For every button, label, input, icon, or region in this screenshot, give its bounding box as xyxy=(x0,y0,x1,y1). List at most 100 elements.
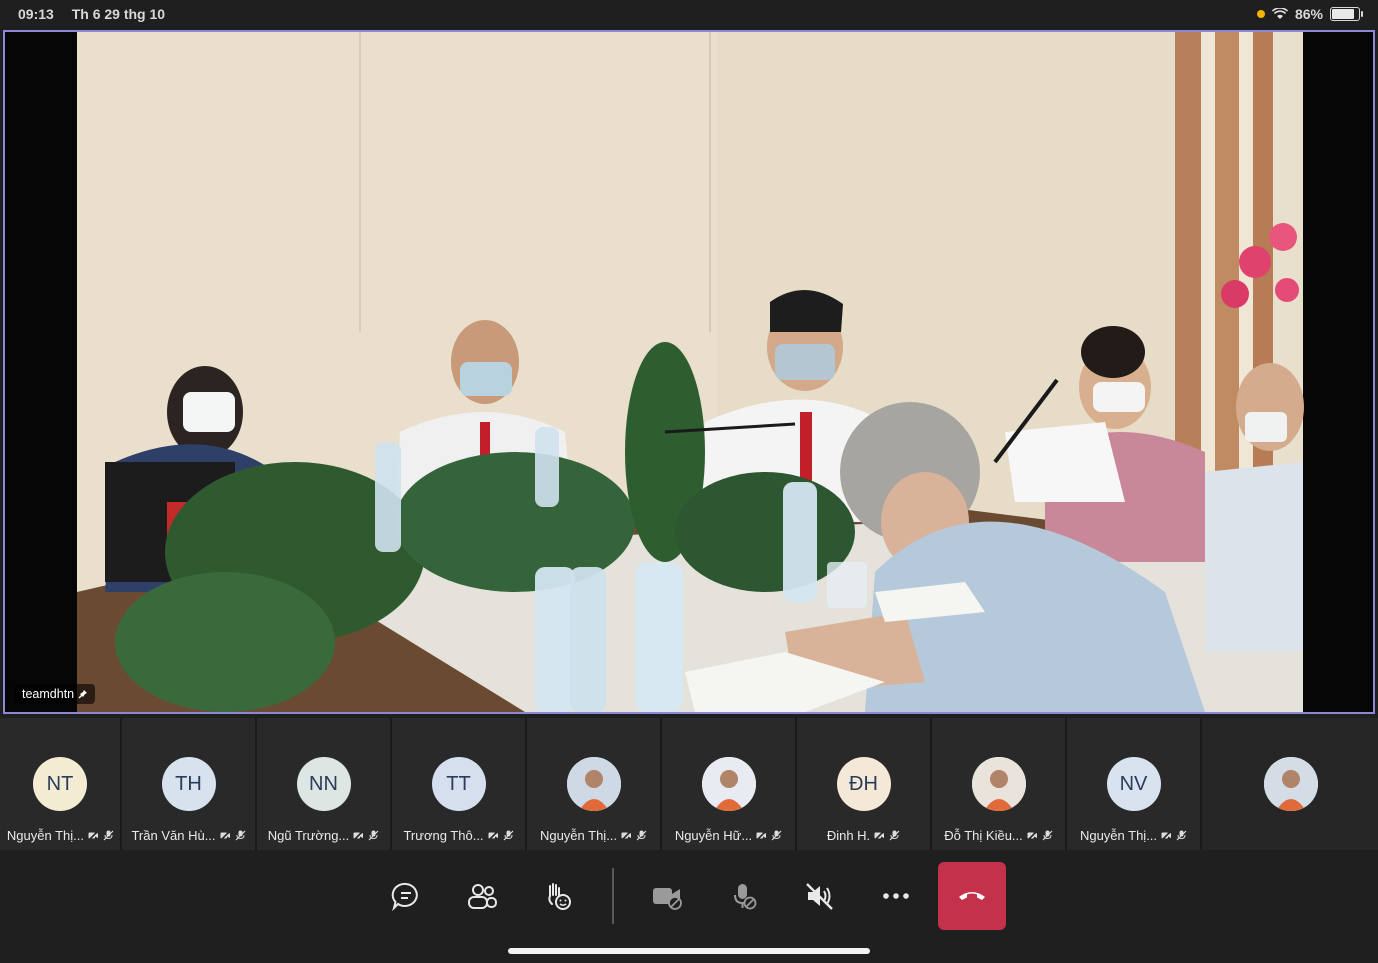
mic-off-icon xyxy=(734,884,757,910)
participants-button[interactable] xyxy=(448,862,516,930)
mic-off-icon xyxy=(368,830,379,841)
pinned-user-name: teamdhtn xyxy=(22,687,75,701)
hang-up-icon xyxy=(959,892,985,900)
participant-tile[interactable]: NV Nguyễn Thị... xyxy=(1067,718,1200,850)
participant-name-row: Trương Thô... xyxy=(400,828,517,843)
participant-name: Đinh H. xyxy=(826,828,871,843)
participant-name-row: Nguyễn Thị... xyxy=(1075,828,1192,843)
pin-icon xyxy=(78,690,88,699)
more-button[interactable] xyxy=(862,862,930,930)
camera-off-icon xyxy=(756,830,767,841)
participant-tile[interactable]: ĐH Đinh H. xyxy=(797,718,930,850)
participant-name-row: Nguyễn Hữ... xyxy=(670,828,787,843)
mic-off-icon xyxy=(1042,830,1053,841)
avatar-photo xyxy=(566,757,621,811)
avatar xyxy=(971,757,1026,811)
battery-icon xyxy=(1330,7,1363,21)
battery-fill xyxy=(1332,9,1355,19)
participant-tile[interactable]: TH Trần Văn Hù... xyxy=(122,718,255,850)
participants-icon xyxy=(468,884,497,909)
avatar-initials: TH xyxy=(175,772,202,795)
participant-tile[interactable]: NN Ngũ Trường... xyxy=(257,718,390,850)
camera-toggle-button[interactable] xyxy=(634,862,702,930)
avatar: NV xyxy=(1106,757,1161,811)
participant-name: Trần Văn Hù... xyxy=(131,828,216,843)
avatar: TH xyxy=(161,757,216,811)
battery-percent: 86% xyxy=(1294,6,1323,22)
avatar-initials: ĐH xyxy=(849,772,878,795)
avatar: NN xyxy=(296,757,351,811)
avatar-initials: NT xyxy=(46,772,74,795)
participant-tile[interactable]: Nguyễn Thị... xyxy=(527,718,660,850)
mic-off-icon xyxy=(503,830,513,841)
pinned-user-label: teamdhtn xyxy=(15,684,96,704)
camera-off-icon xyxy=(1027,830,1038,841)
avatar-photo xyxy=(1264,757,1318,811)
camera-off-icon xyxy=(487,830,499,841)
avatar: NT xyxy=(33,757,87,811)
mic-off-icon xyxy=(235,830,245,841)
home-indicator[interactable] xyxy=(508,948,870,954)
participant-name: Nguyễn Thị... xyxy=(539,828,618,843)
avatar-initials: TT xyxy=(446,772,471,795)
chat-button[interactable] xyxy=(372,862,440,930)
call-controls xyxy=(0,852,1378,963)
participant-name-row: Nguyễn Thị... xyxy=(0,828,114,843)
camera-off-icon xyxy=(219,830,231,841)
camera-off-icon xyxy=(653,888,682,910)
participant-name-row: Đinh H. xyxy=(805,828,922,843)
chat-icon xyxy=(391,882,418,911)
controls-divider xyxy=(612,868,614,924)
raise-hand-button[interactable] xyxy=(524,862,592,930)
wifi-icon xyxy=(1271,8,1288,19)
avatar: TT xyxy=(431,757,486,811)
status-date: Th 6 29 thg 10 xyxy=(71,6,166,22)
status-left: 09:13 Th 6 29 thg 10 xyxy=(18,6,179,22)
status-right: 86% xyxy=(1256,6,1363,22)
mic-off-icon xyxy=(103,830,114,841)
speaker-toggle-button[interactable] xyxy=(786,862,854,930)
more-icon xyxy=(883,893,909,899)
participant-name: Nguyễn Thị... xyxy=(1079,828,1158,843)
participant-name-row: Nguyễn Thị... xyxy=(535,828,652,843)
avatar xyxy=(701,757,756,811)
participant-tile[interactable] xyxy=(1202,718,1378,850)
avatar-initials: NV xyxy=(1119,772,1148,795)
camera-off-icon xyxy=(621,830,632,841)
camera-off-icon xyxy=(874,830,885,841)
avatar-photo xyxy=(971,757,1026,811)
main-video[interactable]: teamdhtn xyxy=(3,30,1375,714)
mic-off-icon xyxy=(1176,830,1187,841)
participant-tile[interactable]: Đỗ Thị Kiều... xyxy=(932,718,1065,850)
participant-tile[interactable]: NT Nguyễn Thị... xyxy=(0,718,120,850)
raise-hand-icon xyxy=(548,883,571,910)
status-bar: 09:13 Th 6 29 thg 10 86% xyxy=(0,0,1378,28)
orange-dot-icon xyxy=(1256,10,1265,18)
hang-up-button[interactable] xyxy=(938,862,1006,930)
mic-toggle-button[interactable] xyxy=(710,862,778,930)
avatar-photo xyxy=(701,757,756,811)
camera-off-icon xyxy=(88,830,99,841)
participant-tile[interactable]: Nguyễn Hữ... xyxy=(662,718,795,850)
mic-off-icon xyxy=(636,830,647,841)
participant-name: Ngũ Trường... xyxy=(267,828,350,843)
avatar xyxy=(1264,757,1318,811)
participant-name: Nguyễn Thị... xyxy=(6,828,84,843)
avatar: ĐH xyxy=(836,757,891,811)
avatar xyxy=(566,757,621,811)
video-scene xyxy=(5,32,1373,712)
camera-off-icon xyxy=(1161,830,1172,841)
mic-off-icon xyxy=(771,830,782,841)
status-time: 09:13 xyxy=(18,6,54,22)
participant-name: Trương Thô... xyxy=(403,828,484,843)
participant-strip: NT Nguyễn Thị... TH Trần Văn Hù... NN Ngũ Trư… xyxy=(0,718,1378,850)
camera-off-icon xyxy=(353,830,364,841)
participant-tile[interactable]: TT Trương Thô... xyxy=(392,718,525,850)
avatar-initials: NN xyxy=(309,772,338,795)
participant-name: Nguyễn Hữ... xyxy=(674,828,753,843)
speaker-off-icon xyxy=(806,883,833,910)
participant-name-row: Đỗ Thị Kiều... xyxy=(940,828,1057,843)
participant-name-row: Ngũ Trường... xyxy=(265,828,382,843)
mic-off-icon xyxy=(889,830,900,841)
participant-name: Đỗ Thị Kiều... xyxy=(944,828,1023,843)
